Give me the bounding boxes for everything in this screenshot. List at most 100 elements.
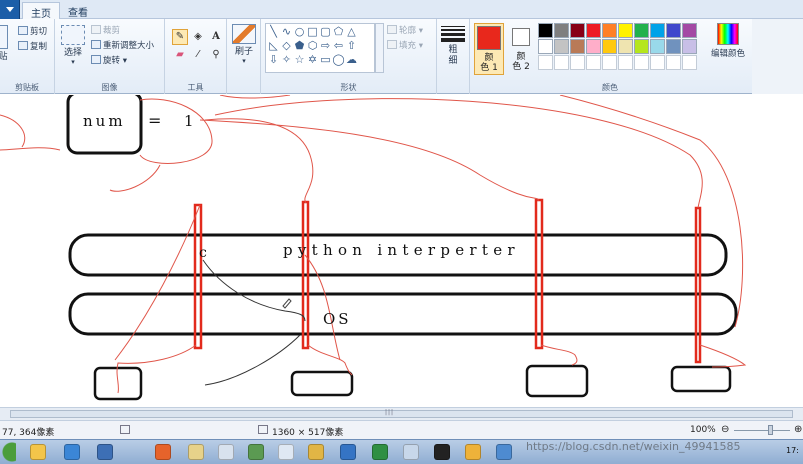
palette-color-swatch[interactable] (554, 39, 569, 54)
scroll-thumb[interactable] (10, 410, 793, 418)
palette-color-swatch[interactable] (682, 55, 697, 70)
polygon-shape-icon[interactable]: ⬠ (332, 25, 345, 39)
ie-icon[interactable] (64, 444, 80, 460)
palette-color-swatch[interactable] (602, 23, 617, 38)
right-triangle-shape-icon[interactable]: ◺ (267, 39, 280, 53)
rectangle-shape-icon[interactable]: □ (306, 25, 319, 39)
left-arrow-shape-icon[interactable]: ⇦ (332, 39, 345, 53)
paint-window-icon[interactable] (218, 444, 234, 460)
palette-color-swatch[interactable] (618, 55, 633, 70)
shapes-scroll[interactable] (375, 23, 384, 73)
paste-button[interactable]: 贴 (0, 25, 10, 63)
outline-button[interactable]: 轮廓 ▾ (387, 24, 423, 36)
color-picker-icon[interactable]: ⁄ (190, 47, 206, 63)
cloud-callout-icon[interactable]: ☁ (345, 53, 358, 67)
crop-button[interactable]: 裁剪 (91, 24, 120, 36)
palette-color-swatch[interactable] (570, 39, 585, 54)
palette-color-swatch[interactable] (570, 23, 585, 38)
curve-shape-icon[interactable]: ∿ (280, 25, 293, 39)
palette-color-swatch[interactable] (554, 55, 569, 70)
color2-button[interactable]: 颜 色 2 (506, 23, 536, 75)
tab-view[interactable]: 查看 (60, 2, 96, 19)
zoom-out-icon[interactable]: ⊖ (721, 424, 729, 435)
palette-color-swatch[interactable] (634, 39, 649, 54)
palette-color-swatch[interactable] (538, 55, 553, 70)
shapes-gallery[interactable]: ╲ ∿ ○ □ ▢ ⬠ △ ◺ ◇ ⬟ ⬡ ⇨ ⇦ ⇧ ⇩ ✧ ☆ ✡ ▭ ◯☁ (265, 23, 375, 73)
palette-color-swatch[interactable] (570, 55, 585, 70)
palette-color-swatch[interactable] (682, 39, 697, 54)
zoom-slider[interactable] (734, 430, 790, 431)
callout-rect-icon[interactable]: ▭ (319, 53, 332, 67)
line-shape-icon[interactable]: ╲ (267, 25, 280, 39)
palette-color-swatch[interactable] (538, 39, 553, 54)
palette-color-swatch[interactable] (650, 23, 665, 38)
text-tool-icon[interactable]: A (208, 29, 224, 45)
palette-color-swatch[interactable] (538, 23, 553, 38)
file-menu-button[interactable] (0, 0, 20, 19)
rounded-rect-shape-icon[interactable]: ▢ (319, 25, 332, 39)
folder-icon[interactable] (188, 444, 204, 460)
palette-color-swatch[interactable] (618, 23, 633, 38)
oval-shape-icon[interactable]: ○ (293, 25, 306, 39)
hexagon-shape-icon[interactable]: ⬡ (306, 39, 319, 53)
resize-button[interactable]: 重新调整大小 (91, 39, 154, 51)
explorer-icon[interactable] (30, 444, 46, 460)
magnifier-icon[interactable]: ⚲ (208, 47, 224, 63)
down-arrow-shape-icon[interactable]: ⇩ (267, 53, 280, 67)
horizontal-scrollbar[interactable]: ||| (0, 407, 803, 420)
terminal-icon[interactable] (434, 444, 450, 460)
palette-color-swatch[interactable] (634, 23, 649, 38)
brushes-button[interactable]: 刷子 ▾ (230, 24, 258, 65)
palette-color-swatch[interactable] (586, 23, 601, 38)
app-icon-3[interactable] (308, 444, 324, 460)
palette-color-swatch[interactable] (682, 23, 697, 38)
size-button[interactable]: 粗 细 (439, 24, 467, 67)
callout-oval-icon[interactable]: ◯ (332, 53, 345, 67)
palette-color-swatch[interactable] (554, 23, 569, 38)
palette-color-swatch[interactable] (586, 39, 601, 54)
zoom-in-icon[interactable]: ⊕ (794, 424, 802, 435)
app-icon-1[interactable] (248, 444, 264, 460)
copy-button[interactable]: 复制 (18, 40, 47, 52)
firefox-icon[interactable] (155, 444, 171, 460)
app-icon-7[interactable] (465, 444, 481, 460)
pentagon-shape-icon[interactable]: ⬟ (293, 39, 306, 53)
five-point-star-icon[interactable]: ☆ (293, 53, 306, 67)
cut-button[interactable]: 剪切 (18, 25, 47, 37)
four-point-star-icon[interactable]: ✧ (280, 53, 293, 67)
palette-color-swatch[interactable] (650, 39, 665, 54)
right-arrow-shape-icon[interactable]: ⇨ (319, 39, 332, 53)
pencil-tool-icon[interactable]: ✎ (172, 29, 188, 45)
app-icon-4[interactable] (340, 444, 356, 460)
app-icon-8[interactable] (496, 444, 512, 460)
palette-color-swatch[interactable] (602, 55, 617, 70)
drawing-canvas[interactable]: num = 1 python interperter OS c (0, 95, 803, 407)
palette-color-swatch[interactable] (666, 39, 681, 54)
palette-color-swatch[interactable] (602, 39, 617, 54)
tab-home[interactable]: 主页 (22, 2, 60, 20)
taskbar: https://blog.csdn.net/weixin_49941585 17… (0, 439, 803, 464)
palette-color-swatch[interactable] (666, 23, 681, 38)
color1-button[interactable]: 颜 色 1 (474, 23, 504, 75)
select-button[interactable]: 选择 ▾ (59, 25, 87, 66)
triangle-shape-icon[interactable]: △ (345, 25, 358, 39)
palette-color-swatch[interactable] (634, 55, 649, 70)
six-point-star-icon[interactable]: ✡ (306, 53, 319, 67)
app-icon-6[interactable] (403, 444, 419, 460)
fill-bucket-icon[interactable]: ◈ (190, 29, 206, 45)
palette-color-swatch[interactable] (586, 55, 601, 70)
palette-color-swatch[interactable] (666, 55, 681, 70)
zoom-slider-thumb[interactable] (768, 425, 773, 435)
media-icon[interactable] (97, 444, 113, 460)
palette-color-swatch[interactable] (650, 55, 665, 70)
diamond-shape-icon[interactable]: ◇ (280, 39, 293, 53)
edit-colors-button[interactable]: 编辑颜色 (706, 23, 750, 59)
fill-button[interactable]: 填充 ▾ (387, 39, 423, 51)
eraser-icon[interactable]: ▰ (172, 47, 188, 63)
rotate-button[interactable]: 旋转 ▾ (91, 54, 127, 66)
start-button[interactable] (0, 441, 16, 463)
app-icon-2[interactable] (278, 444, 294, 460)
app-icon-5[interactable] (372, 444, 388, 460)
palette-color-swatch[interactable] (618, 39, 633, 54)
up-arrow-shape-icon[interactable]: ⇧ (345, 39, 358, 53)
